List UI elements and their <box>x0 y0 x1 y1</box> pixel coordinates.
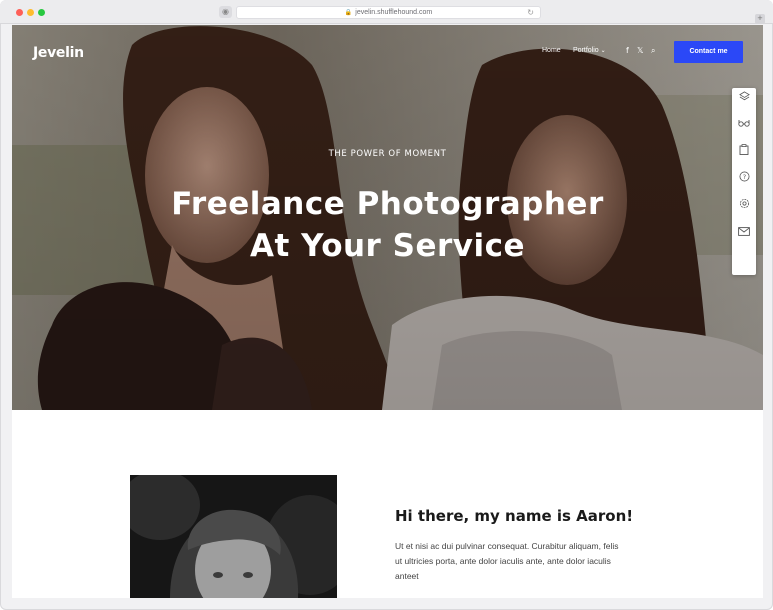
browser-window: ◉ 🔒 jevelin.shufflehound.com ↻ + Jevelin… <box>0 0 773 610</box>
svg-text:?: ? <box>742 173 745 181</box>
nav-link-portfolio[interactable]: Portfolio ⌄ <box>573 47 606 54</box>
site-logo[interactable]: Jevelin <box>33 45 84 61</box>
clipboard-icon[interactable] <box>732 143 756 163</box>
settings-icon[interactable] <box>732 197 756 217</box>
privacy-shield-icon[interactable]: ◉ <box>219 6 232 18</box>
about-title: Hi there, my name is Aaron! <box>395 507 634 525</box>
hero-title-line-1: Freelance Photographer <box>171 186 604 222</box>
help-icon[interactable]: ? <box>732 170 756 190</box>
close-window-button[interactable] <box>16 9 23 16</box>
new-tab-button[interactable]: + <box>755 14 765 24</box>
contact-me-button[interactable]: Contact me <box>674 41 743 63</box>
layers-icon[interactable] <box>732 90 756 110</box>
nav-link-home[interactable]: Home <box>542 47 561 54</box>
lock-icon: 🔒 <box>344 10 353 16</box>
twitter-icon[interactable]: 𝕏 <box>637 46 643 55</box>
facebook-icon[interactable]: f <box>626 46 629 55</box>
about-portrait-image <box>130 475 337 598</box>
search-icon[interactable]: ⌕ <box>651 46 655 56</box>
glasses-icon[interactable] <box>732 116 756 136</box>
website-viewport: Jevelin Home Portfolio ⌄ f 𝕏 ⌕ Contact m… <box>12 25 763 598</box>
hero-section: Jevelin Home Portfolio ⌄ f 𝕏 ⌕ Contact m… <box>12 25 763 410</box>
chevron-down-icon: ⌄ <box>600 48 606 54</box>
browser-toolbar: ◉ 🔒 jevelin.shufflehound.com ↻ + <box>0 0 773 24</box>
reload-icon[interactable]: ↻ <box>527 7 534 18</box>
about-paragraph: Ut et nisi ac dui pulvinar consequat. Cu… <box>395 541 619 581</box>
address-bar[interactable]: 🔒 jevelin.shufflehound.com ↻ <box>236 6 541 19</box>
about-portrait-photo <box>130 475 337 598</box>
side-toolbar: ? <box>732 88 756 275</box>
hero-title-line-2: At Your Service <box>249 228 526 264</box>
mail-icon[interactable] <box>732 224 756 244</box>
nav-link-portfolio-label: Portfolio <box>573 47 599 54</box>
maximize-window-button[interactable] <box>38 9 45 16</box>
hero-title: Freelance Photographer At Your Service <box>12 183 763 267</box>
address-bar-url: jevelin.shufflehound.com <box>355 9 433 16</box>
minimize-window-button[interactable] <box>27 9 34 16</box>
hero-eyebrow: THE POWER OF MOMENT <box>328 149 447 159</box>
